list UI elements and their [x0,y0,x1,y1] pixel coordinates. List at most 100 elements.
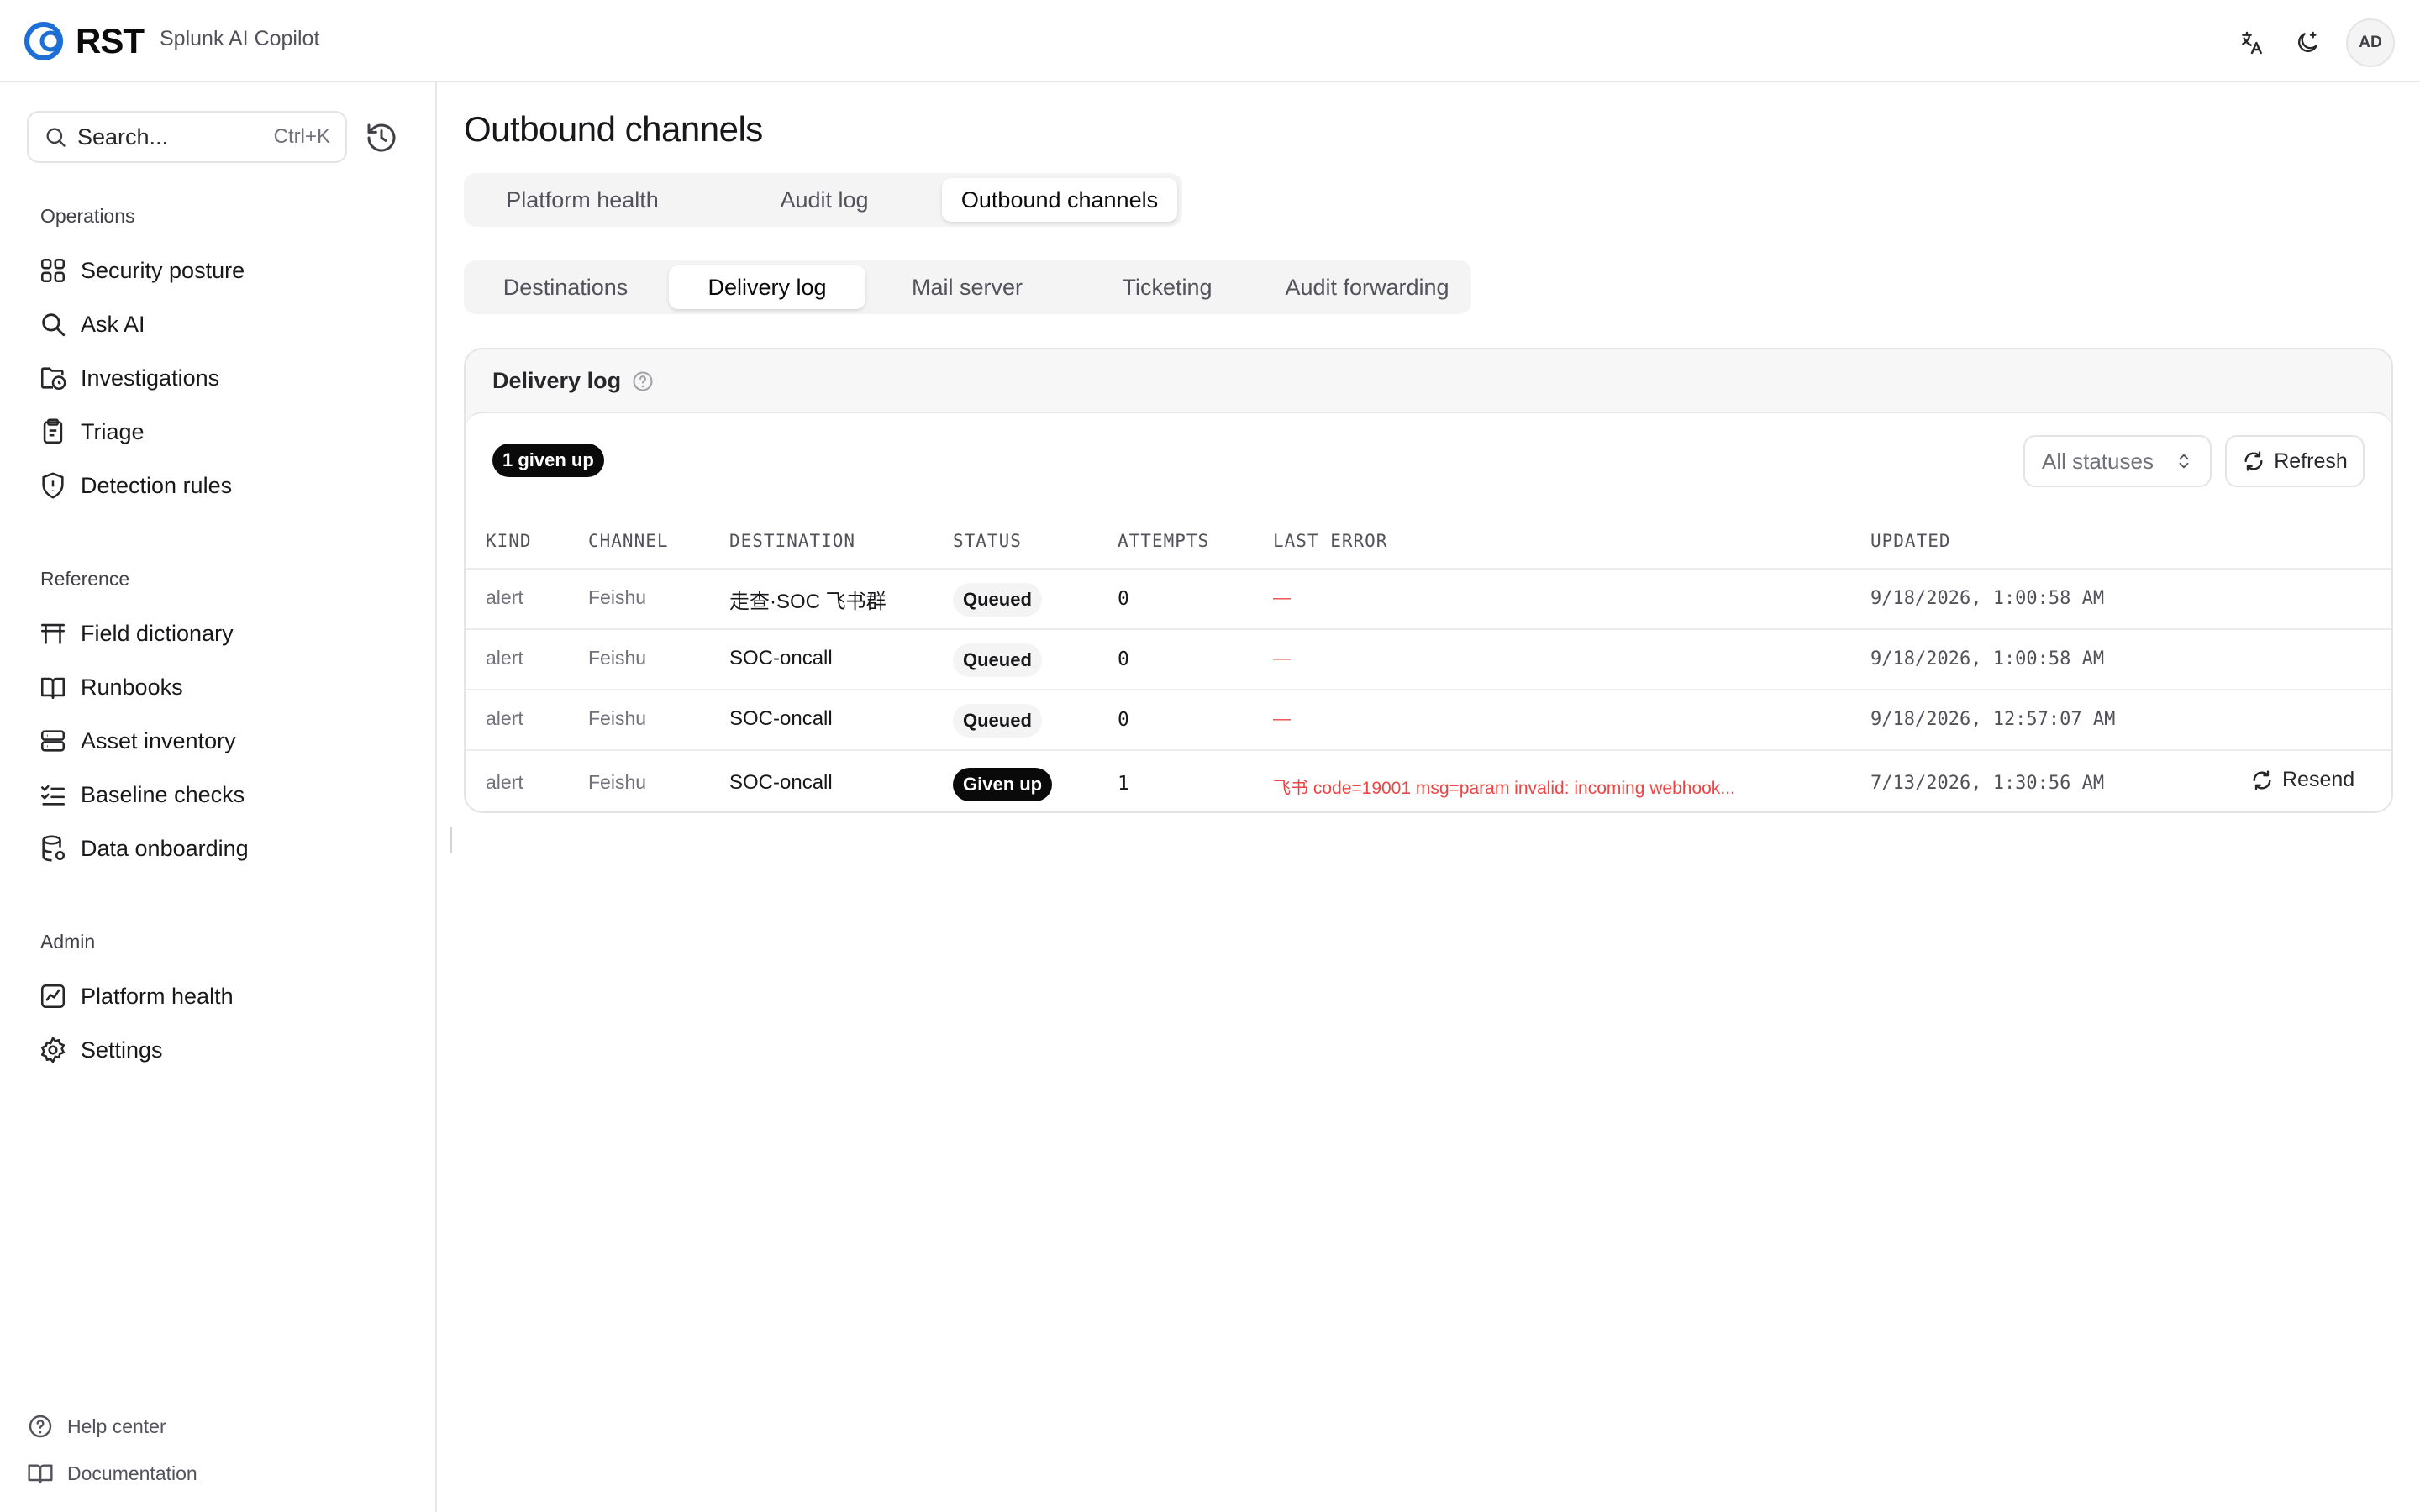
refresh-button[interactable]: Refresh [2225,435,2365,487]
subtab-mail-server[interactable]: Mail server [869,265,1065,309]
sidebar-item-label: Detection rules [81,472,233,498]
cell-attempts: 0 [1118,588,1129,610]
sidebar-item-runbooks[interactable]: Runbooks [39,667,183,707]
sidebar-item-data-onboarding[interactable]: Data onboarding [39,828,249,869]
documentation-label: Documentation [67,1462,197,1484]
page-title: Outbound channels [464,109,763,149]
status-filter-select[interactable]: All statuses [2023,435,2212,487]
sidebar-item-baseline-checks[interactable]: Baseline checks [39,774,245,815]
sidebar-item-platform-health[interactable]: Platform health [39,976,234,1016]
card-header: Delivery log [492,368,655,394]
cell-updated: 7/13/2026, 1:30:56 AM [1870,773,2105,794]
cell-last-error: — [1273,709,1291,728]
resize-handle[interactable] [450,827,452,853]
top-bar: RST Splunk AI Copilot AD [0,0,2420,82]
cell-destination: SOC-oncall [729,771,833,794]
sidebar-item-settings[interactable]: Settings [39,1030,163,1070]
sidebar-item-asset-inventory[interactable]: Asset inventory [39,721,236,761]
cell-attempts: 0 [1118,648,1129,670]
header-actions: AD [2235,18,2395,67]
avatar[interactable]: AD [2346,18,2395,67]
help-circle-icon[interactable] [631,370,655,393]
cell-attempts: 1 [1118,773,1129,795]
clipboard-icon [43,418,63,444]
column-header-status: STATUS [953,531,1022,551]
app-name: Splunk AI Copilot [160,27,320,50]
sidebar-item-label: Field dictionary [81,620,234,646]
card-title: Delivery log [492,368,622,393]
status-filter-value: All statuses [2042,448,2154,474]
tab-outbound-channels[interactable]: Outbound channels [942,178,1177,222]
status-badge: Given up [953,768,1053,801]
book-open-icon [28,1464,53,1483]
book-icon [40,677,66,700]
sidebar-item-investigations[interactable]: Investigations [39,358,219,398]
sidebar-item-label: Runbooks [81,674,183,700]
logo-mark-icon [24,22,64,60]
refresh-icon [2244,451,2263,471]
search-placeholder: Search... [77,123,169,150]
cell-destination: SOC-oncall [729,707,833,730]
subtab-audit-forwarding[interactable]: Audit forwarding [1269,265,1465,309]
sidebar-item-security-posture[interactable]: Security posture [39,250,245,291]
search-icon [46,128,66,147]
logo[interactable]: RST [22,18,145,64]
summary-badge: 1 given up [492,444,604,477]
table-row[interactable]: alert Feishu SOC-oncall Given up 1 飞书 co… [466,749,2391,811]
sidebar-item-label: Ask AI [81,311,145,337]
search-input[interactable]: Search... Ctrl+K [27,111,347,163]
nav-section-reference: Reference [40,568,130,590]
column-header-last-error: LAST ERROR [1273,531,1388,551]
sidebar-item-triage[interactable]: Triage [39,412,145,452]
primary-tabs: Platform health Audit log Outbound chann… [464,173,1182,227]
cell-updated: 9/18/2026, 1:00:58 AM [1870,648,2105,669]
cell-channel: Feishu [588,707,647,729]
sidebar-item-label: Investigations [81,365,220,391]
list-checks-icon [40,785,66,806]
cell-last-error: 飞书 code=19001 msg=param invalid: incomin… [1273,779,1735,798]
sidebar: Search... Ctrl+K Operations Security pos… [0,82,437,1512]
table-row[interactable]: alert Feishu 走查·SOC 飞书群 Queued 0 — 9/18/… [466,568,2391,628]
subtab-destinations[interactable]: Destinations [469,265,662,309]
subtab-delivery-log[interactable]: Delivery log [669,265,865,309]
cell-destination: 走查·SOC 飞书群 [729,591,886,613]
help-center-label: Help center [67,1415,166,1437]
cell-destination: SOC-oncall [729,647,833,669]
column-header-channel: CHANNEL [588,531,669,551]
sidebar-item-field-dictionary[interactable]: Field dictionary [39,613,234,654]
sidebar-item-ask-ai[interactable]: Ask AI [39,304,145,344]
sidebar-item-label: Settings [81,1037,163,1063]
shield-icon [42,472,64,499]
tab-audit-log[interactable]: Audit log [711,178,938,222]
secondary-tabs: Destinations Delivery log Mail server Ti… [464,260,1471,314]
database-icon [42,835,66,862]
column-header-attempts: ATTEMPTS [1118,531,1210,551]
tab-platform-health[interactable]: Platform health [469,178,696,222]
refresh-icon [2253,769,2271,790]
resend-button[interactable]: Resend [2250,768,2354,792]
history-icon[interactable] [365,121,398,155]
chevron-up-down-icon [2179,454,2189,469]
table-row[interactable]: alert Feishu SOC-oncall Queued 0 — 9/18/… [466,689,2391,749]
cell-updated: 9/18/2026, 1:00:58 AM [1870,588,2105,609]
gear-icon [40,1037,66,1063]
cell-last-error: — [1273,648,1291,668]
resend-label: Resend [2282,768,2355,791]
documentation-link[interactable]: Documentation [27,1460,197,1487]
translate-icon[interactable] [2235,26,2269,60]
sidebar-item-label: Security posture [81,257,245,283]
table-icon [40,623,66,644]
theme-toggle-icon[interactable] [2291,26,2324,60]
nav-section-admin: Admin [40,931,96,953]
subtab-ticketing[interactable]: Ticketing [1069,265,1265,309]
cell-channel: Feishu [588,771,647,793]
cell-attempts: 0 [1118,709,1129,731]
cell-channel: Feishu [588,586,647,608]
table-row[interactable]: alert Feishu SOC-oncall Queued 0 — 9/18/… [466,628,2391,689]
cell-kind: alert [486,771,523,793]
sidebar-item-detection-rules[interactable]: Detection rules [39,465,232,506]
help-center-link[interactable]: Help center [27,1413,166,1440]
server-icon [40,730,66,752]
grid-icon [40,258,66,283]
cell-updated: 9/18/2026, 12:57:07 AM [1870,709,2116,730]
